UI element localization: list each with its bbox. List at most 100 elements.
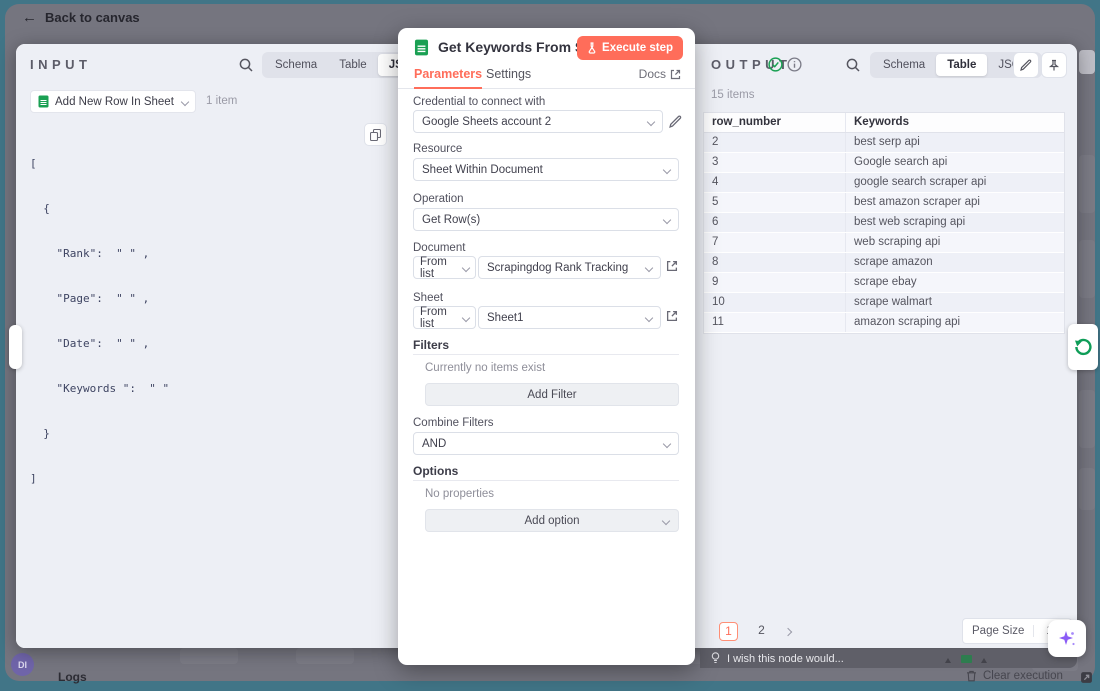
success-check-icon — [768, 57, 783, 72]
table-row[interactable]: 6best web scraping api — [704, 213, 1064, 233]
rerun-arrow-icon — [1073, 337, 1093, 357]
json-line: "Page": " " , — [30, 291, 169, 306]
operation-select[interactable]: Get Row(s) — [413, 208, 679, 231]
tab-settings[interactable]: Settings — [486, 67, 531, 81]
output-tab-table[interactable]: Table — [936, 54, 987, 76]
cell-keyword: amazon scraping api — [846, 313, 1064, 332]
search-icon[interactable] — [845, 57, 861, 73]
add-option-button[interactable]: Add option — [425, 509, 679, 532]
json-line: } — [30, 426, 169, 441]
document-select[interactable]: Scrapingdog Rank Tracking — [478, 256, 661, 279]
back-to-canvas-label: Back to canvas — [45, 10, 140, 25]
tab-parameters[interactable]: Parameters — [414, 67, 482, 89]
table-row[interactable]: 7web scraping api — [704, 233, 1064, 253]
column-header-row-number: row_number — [704, 113, 846, 132]
next-page-icon[interactable] — [784, 627, 792, 635]
chevron-down-icon — [462, 313, 470, 321]
chevron-down-icon — [647, 117, 655, 125]
copy-icon — [370, 129, 381, 141]
execute-step-button[interactable]: Execute step — [577, 36, 683, 60]
table-row[interactable]: 2best serp api — [704, 133, 1064, 153]
credential-label: Credential to connect with — [413, 96, 545, 108]
search-icon[interactable] — [238, 57, 254, 73]
pin-icon — [1048, 59, 1060, 72]
table-row[interactable]: 8scrape amazon — [704, 253, 1064, 273]
cell-row-number: 11 — [704, 313, 846, 332]
lightbulb-icon — [711, 652, 720, 665]
input-panel: INPUT Schema Table JSON Add New Row In S… — [16, 44, 398, 648]
sheet-value: Sheet1 — [487, 312, 523, 324]
input-items-count: 1 item — [206, 95, 237, 107]
combine-filters-select[interactable]: AND — [413, 432, 679, 455]
cell-row-number: 7 — [704, 233, 846, 252]
flask-icon — [587, 42, 597, 54]
filters-section-title: Filters — [413, 338, 449, 352]
trash-icon — [966, 670, 977, 682]
table-row[interactable]: 3Google search api — [704, 153, 1064, 173]
sheet-select[interactable]: Sheet1 — [478, 306, 661, 329]
cell-keyword: google search scraper api — [846, 173, 1064, 192]
ai-assistant-button[interactable] — [1048, 620, 1086, 657]
clear-execution-button[interactable]: Clear execution — [966, 670, 1063, 682]
chevron-down-icon — [663, 165, 671, 173]
chevron-down-icon — [663, 215, 671, 223]
logs-toggle[interactable]: Logs — [58, 670, 87, 684]
credential-select[interactable]: Google Sheets account 2 — [413, 110, 663, 133]
page-1-button[interactable]: 1 — [719, 622, 738, 641]
open-sheet-icon[interactable] — [666, 310, 678, 322]
input-tab-schema[interactable]: Schema — [264, 54, 328, 76]
table-row[interactable]: 4google search scraper api — [704, 173, 1064, 193]
json-line: "Date": " " , — [30, 336, 169, 351]
cell-row-number: 3 — [704, 153, 846, 172]
cell-keyword: scrape ebay — [846, 273, 1064, 292]
info-icon[interactable] — [787, 57, 802, 72]
table-row[interactable]: 9scrape ebay — [704, 273, 1064, 293]
modal-header: Get Keywords From Sheet Execute step — [398, 28, 695, 62]
google-sheets-icon — [38, 95, 49, 108]
filters-empty-text: Currently no items exist — [425, 362, 545, 374]
pin-data-button[interactable] — [1041, 52, 1067, 78]
table-row[interactable]: 10scrape walmart — [704, 293, 1064, 313]
sheet-mode-value: From list — [420, 306, 463, 330]
resource-label: Resource — [413, 143, 462, 155]
output-connector-stub[interactable] — [1068, 324, 1098, 370]
canvas-corner-controls — [1080, 671, 1100, 684]
popout-icon[interactable] — [1080, 671, 1093, 684]
combine-filters-label: Combine Filters — [413, 417, 494, 429]
add-filter-button[interactable]: Add Filter — [425, 383, 679, 406]
input-panel-title: INPUT — [30, 57, 92, 72]
docs-link[interactable]: Docs — [639, 67, 681, 81]
app-screen: ← Back to canvas INPUT Schema Table JSON — [0, 0, 1100, 691]
table-row[interactable]: 5best amazon scraper api — [704, 193, 1064, 213]
input-connector-stub[interactable] — [9, 325, 22, 369]
docs-label: Docs — [639, 67, 666, 81]
resource-select[interactable]: Sheet Within Document — [413, 158, 679, 181]
table-row[interactable]: 11amazon scraping api — [704, 313, 1064, 333]
page-size-label: Page Size — [963, 625, 1034, 637]
cell-keyword: web scraping api — [846, 233, 1064, 252]
add-filter-label: Add Filter — [527, 389, 576, 401]
output-table: row_number Keywords 2best serp api 3Goog… — [703, 112, 1065, 334]
open-document-icon[interactable] — [666, 260, 678, 272]
document-mode-select[interactable]: From list — [413, 256, 476, 279]
sheet-mode-select[interactable]: From list — [413, 306, 476, 329]
edit-output-button[interactable] — [1013, 52, 1039, 78]
chevron-down-icon — [645, 313, 653, 321]
node-settings-modal: Get Keywords From Sheet Execute step Par… — [398, 28, 695, 665]
cell-row-number: 4 — [704, 173, 846, 192]
input-json-view[interactable]: [ { "Rank": " " , "Page": " " , "Date": … — [30, 126, 169, 516]
user-avatar[interactable]: DI — [11, 653, 34, 676]
input-tab-table[interactable]: Table — [328, 54, 378, 76]
column-header-keywords: Keywords — [846, 113, 1064, 132]
back-to-canvas-button[interactable]: ← Back to canvas — [22, 9, 140, 26]
input-source-node-select[interactable]: Add New Row In Sheet — [30, 90, 196, 113]
node-feedback-input[interactable]: I wish this node would... — [700, 649, 1077, 668]
document-value: Scrapingdog Rank Tracking — [487, 262, 628, 274]
json-line: [ — [30, 156, 169, 171]
edit-credential-icon[interactable] — [669, 115, 682, 128]
copy-json-button[interactable] — [364, 123, 387, 146]
document-label: Document — [413, 242, 465, 254]
page-2-button[interactable]: 2 — [752, 622, 771, 641]
output-tab-schema[interactable]: Schema — [872, 54, 936, 76]
cell-row-number: 6 — [704, 213, 846, 232]
